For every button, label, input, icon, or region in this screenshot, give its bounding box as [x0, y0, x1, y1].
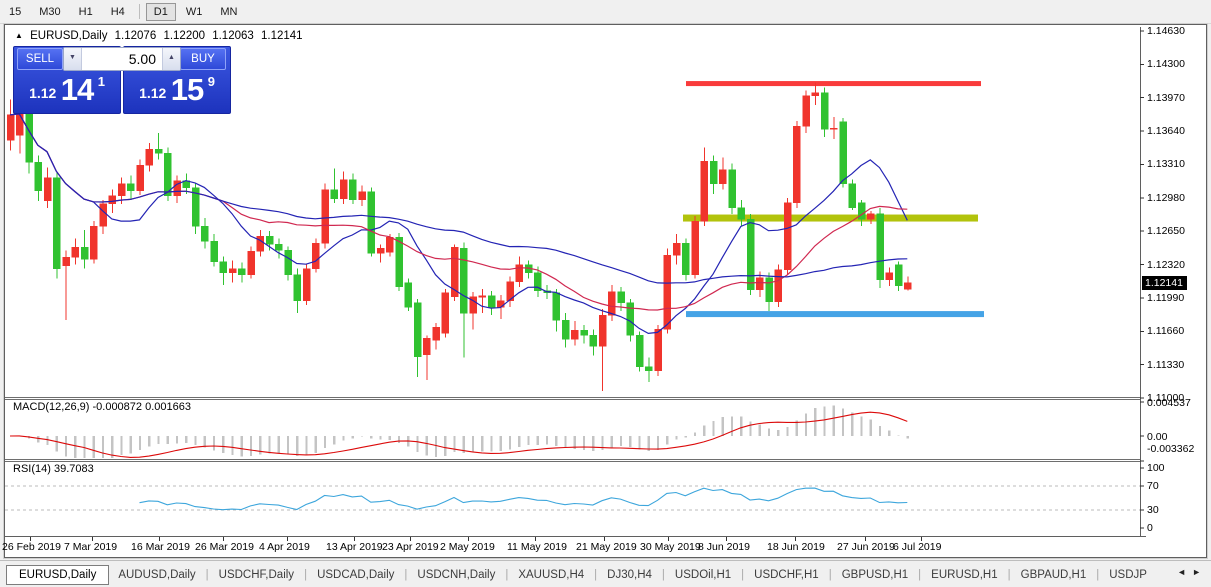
- date-axis-label: 18 Jun 2019: [767, 541, 825, 553]
- ask-quote: 1.12 15 9: [124, 72, 230, 108]
- one-click-trading-panel: 1.12 14 1 1.12 15 9 SELL BUY ▼ ▲: [10, 46, 232, 112]
- macd-label: MACD(12,26,9) -0.000872 0.001663: [13, 401, 191, 413]
- price-axis-tick: 1.11660: [1147, 325, 1184, 337]
- ask-prefix: 1.12: [139, 85, 166, 101]
- timeframe-button-m30[interactable]: M30: [31, 3, 68, 21]
- price-axis-tick: 1.12650: [1147, 225, 1185, 237]
- macd-axis-tick: -0.003362: [1147, 443, 1194, 455]
- timeframe-button-d1[interactable]: D1: [146, 3, 176, 21]
- chart-tab-usdjp[interactable]: USDJP: [1100, 566, 1156, 584]
- price-axis-tick: 1.13970: [1147, 92, 1185, 104]
- sell-button[interactable]: SELL: [17, 48, 63, 70]
- chart-tab-eurusd-h1[interactable]: EURUSD,H1: [922, 566, 1006, 584]
- chart-tab-xauusd-h4[interactable]: XAUUSD,H4: [509, 566, 593, 584]
- date-axis-label: 26 Mar 2019: [195, 541, 254, 553]
- chart-tab-usdchf-daily[interactable]: USDCHF,Daily: [210, 566, 303, 584]
- volume-increase-icon[interactable]: ▲: [162, 48, 180, 70]
- ohlc-close: 1.12141: [261, 30, 303, 42]
- price-axis-tick: 1.12980: [1147, 192, 1185, 204]
- rsi-label: RSI(14) 39.7083: [13, 463, 94, 475]
- date-axis-label: 11 May 2019: [507, 541, 567, 553]
- macd-axis-tick: 0.00: [1147, 431, 1167, 443]
- chart-tab-usdoil-h1[interactable]: USDOil,H1: [666, 566, 740, 584]
- tab-scroll-left-icon[interactable]: ◄: [1177, 567, 1192, 577]
- volume-input[interactable]: [82, 48, 162, 70]
- rsi-axis-tick: 0: [1147, 522, 1153, 534]
- ask-big-digits: 15: [171, 72, 203, 107]
- bid-prefix: 1.12: [29, 85, 56, 101]
- chart-tab-dj30-h4[interactable]: DJ30,H4: [598, 566, 661, 584]
- rsi-axis-tick: 100: [1147, 462, 1165, 474]
- date-axis-label: 7 Mar 2019: [64, 541, 117, 553]
- level-line-mid[interactable]: [683, 215, 978, 222]
- date-axis-label: 30 May 2019: [640, 541, 701, 553]
- chart-tab-eurusd-daily[interactable]: EURUSD,Daily: [6, 565, 109, 585]
- chart-tab-usdcad-daily[interactable]: USDCAD,Daily: [308, 566, 403, 584]
- tab-scroll-arrows[interactable]: ◄►: [1177, 567, 1207, 577]
- chart-tab-bar: EURUSD,DailyAUDUSD,Daily|USDCHF,Daily|US…: [0, 560, 1211, 587]
- chart-symbol: EURUSD,Daily: [30, 30, 107, 42]
- price-axis-tick: 1.13310: [1147, 158, 1185, 170]
- chart-tab-usdchf-h1[interactable]: USDCHF,H1: [745, 566, 828, 584]
- symbol-arrow-icon[interactable]: ▲: [15, 31, 23, 40]
- bid-quote: 1.12 14 1: [14, 72, 120, 108]
- macd-name: MACD(12,26,9): [13, 401, 89, 413]
- timeframe-button-h4[interactable]: H4: [103, 3, 133, 21]
- ask-pipette: 9: [208, 74, 215, 89]
- chart-title: ▲ EURUSD,Daily 1.12076 1.12200 1.12063 1…: [15, 30, 307, 42]
- toolbar-separator: [139, 4, 140, 19]
- date-axis-label: 26 Feb 2019: [2, 541, 61, 553]
- date-axis-label: 4 Apr 2019: [259, 541, 310, 553]
- level-line-resistance[interactable]: [686, 81, 981, 86]
- ohlc-open: 1.12076: [115, 30, 157, 42]
- chart-tab-usdcnh-daily[interactable]: USDCNH,Daily: [408, 566, 504, 584]
- ohlc-high: 1.12200: [163, 30, 205, 42]
- price-axis-tick: 1.11330: [1147, 359, 1184, 371]
- tab-scroll-right-icon[interactable]: ►: [1192, 567, 1207, 577]
- current-price-tag: 1.12141: [1142, 276, 1187, 290]
- date-axis-label: 23 Apr 2019: [382, 541, 439, 553]
- date-axis-label: 13 Apr 2019: [326, 541, 383, 553]
- chart-tab-gbpaud-h1[interactable]: GBPAUD,H1: [1012, 566, 1096, 584]
- timeframe-button-w1[interactable]: W1: [178, 3, 211, 21]
- chart-tab-audusd-daily[interactable]: AUDUSD,Daily: [109, 566, 204, 584]
- date-axis-label: 2 May 2019: [440, 541, 495, 553]
- mt4-window: 15M30H1H4D1W1MN ▲ EURUSD,Daily 1.12076 1…: [0, 0, 1211, 587]
- level-line-support[interactable]: [686, 311, 984, 317]
- timeframe-toolbar: 15M30H1H4 D1W1MN: [0, 0, 1211, 24]
- date-axis-label: 8 Jun 2019: [698, 541, 750, 553]
- timeframe-button-mn[interactable]: MN: [212, 3, 245, 21]
- macd-axis-tick: 0.004537: [1147, 397, 1191, 409]
- volume-spinner: ▼ ▲: [63, 47, 181, 71]
- volume-decrease-icon[interactable]: ▼: [64, 48, 82, 70]
- date-axis-label: 16 Mar 2019: [131, 541, 190, 553]
- rsi-axis-tick: 30: [1147, 504, 1159, 516]
- rsi-axis-tick: 70: [1147, 480, 1159, 492]
- macd-main-value: -0.000872: [92, 401, 142, 413]
- price-axis-tick: 1.12320: [1147, 259, 1185, 271]
- date-axis-label: 6 Jul 2019: [893, 541, 941, 553]
- date-axis-label: 27 Jun 2019: [837, 541, 895, 553]
- rsi-name: RSI(14): [13, 463, 51, 475]
- price-axis-tick: 1.14300: [1147, 58, 1185, 70]
- timeframe-button-15[interactable]: 15: [1, 3, 29, 21]
- date-axis-label: 21 May 2019: [576, 541, 637, 553]
- macd-signal-value: 0.001663: [145, 401, 191, 413]
- price-axis-tick: 1.14630: [1147, 25, 1185, 37]
- timeframe-button-h1[interactable]: H1: [71, 3, 101, 21]
- buy-button[interactable]: BUY: [180, 48, 226, 70]
- ohlc-low: 1.12063: [212, 30, 254, 42]
- price-axis-tick: 1.11990: [1147, 292, 1184, 304]
- bid-pipette: 1: [98, 74, 105, 89]
- price-axis-tick: 1.13640: [1147, 125, 1185, 137]
- chart-tab-gbpusd-h1[interactable]: GBPUSD,H1: [833, 566, 917, 584]
- bid-big-digits: 14: [61, 72, 93, 107]
- rsi-value: 39.7083: [54, 463, 94, 475]
